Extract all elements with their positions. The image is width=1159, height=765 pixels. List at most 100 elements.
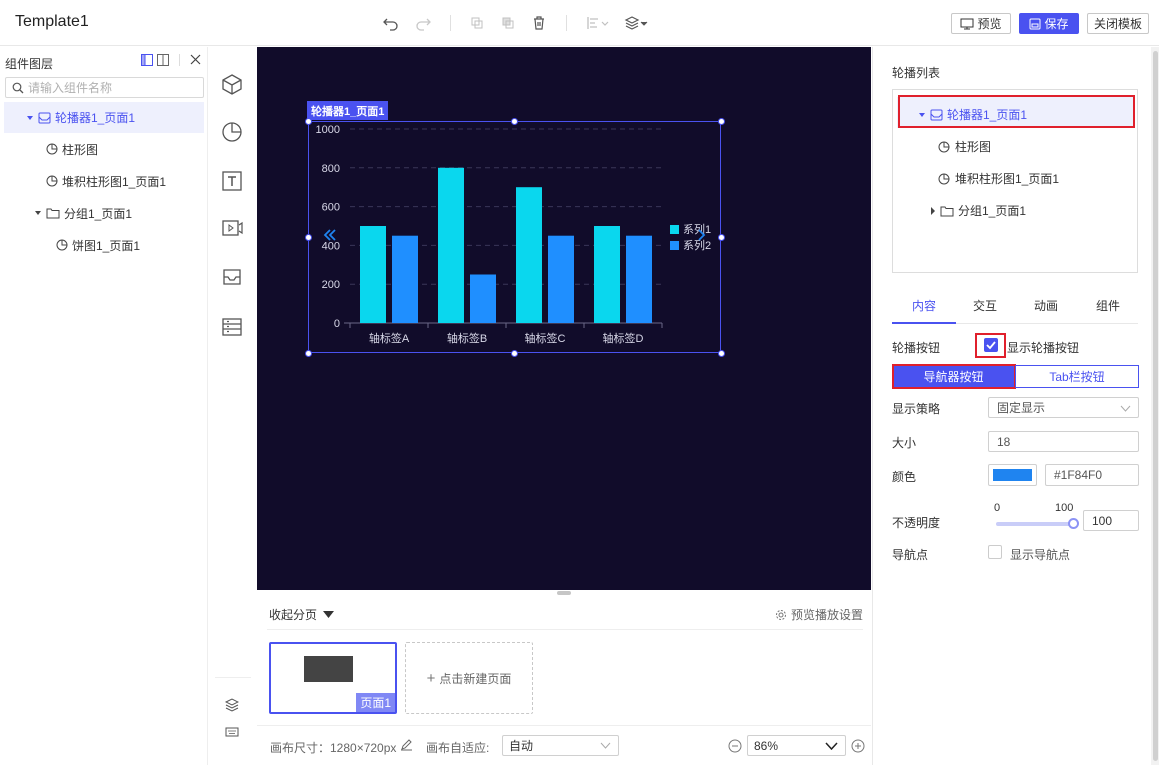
split-view-icon[interactable] <box>141 54 153 66</box>
chart-icon[interactable] <box>220 120 244 144</box>
selected-carousel-frame[interactable]: 0 200 400 600 800 1000 轴标签A 轴标签B 轴标签C 轴标签D 系列1 系列2 <box>305 118 725 357</box>
resize-handle[interactable] <box>511 118 518 125</box>
preview-button[interactable]: 预览 <box>951 13 1011 34</box>
resize-handle[interactable] <box>511 350 518 357</box>
preview-settings-label: 预览播放设置 <box>791 608 864 622</box>
size-label: 大小 <box>892 436 917 450</box>
resize-handle[interactable] <box>718 234 725 241</box>
x-tick-label: 轴标签C <box>525 331 566 345</box>
tab-button-option[interactable]: Tab栏按钮 <box>1015 365 1139 388</box>
layer-order-icon[interactable] <box>624 14 650 32</box>
show-nav-dot-label: 显示导航点 <box>1010 548 1071 562</box>
layer-search-input[interactable] <box>28 80 198 95</box>
close-icon[interactable] <box>189 53 202 66</box>
design-canvas[interactable]: 轮播器1_页面1 0 200 400 600 800 1000 轴标签A 轴标签B 轴标签C 轴标… <box>257 47 871 590</box>
panel-layout-icon[interactable] <box>157 54 169 66</box>
resize-handle[interactable] <box>305 234 312 241</box>
canvas-fit-value: 自动 <box>509 739 534 753</box>
collapse-pages-toggle[interactable]: 收起分页 <box>269 606 335 623</box>
chevron-down-icon <box>1120 405 1131 412</box>
legend-swatch <box>670 241 679 250</box>
text-icon[interactable] <box>220 169 244 193</box>
new-page-label: 点击新建页面 <box>439 671 512 686</box>
undo-icon[interactable] <box>382 14 400 32</box>
tab-animation[interactable]: 动画 <box>1014 297 1078 314</box>
save-button[interactable]: 保存 <box>1019 13 1079 34</box>
cube-icon[interactable] <box>220 72 244 96</box>
carousel-list-item[interactable]: 分组1_页面1 <box>930 202 1026 219</box>
search-icon <box>12 82 24 94</box>
canvas-fit-select[interactable]: 自动 <box>502 735 619 756</box>
opacity-input[interactable]: 100 <box>1083 510 1139 531</box>
opacity-slider-track[interactable] <box>996 522 1073 526</box>
opacity-slider-thumb[interactable] <box>1068 518 1079 529</box>
divider <box>267 629 863 630</box>
redo-icon[interactable] <box>414 14 432 32</box>
x-tick-label: 轴标签D <box>603 331 644 345</box>
bar-1 <box>438 167 464 323</box>
layer-item-label: 轮播器1_页面1 <box>55 111 136 125</box>
properties-panel: 轮播列表 轮播器1_页面1 柱形图 堆积柱形图1_页面1 分组1_页面1 内容 … <box>872 47 1159 765</box>
color-hex-input[interactable]: #1F84F0 <box>1045 464 1139 486</box>
caret-down-icon <box>35 211 41 215</box>
canvas-fit-label: 画布自适应: <box>426 741 490 755</box>
chart-icon <box>938 173 950 184</box>
carousel-button-label: 轮播按钮 <box>892 341 941 355</box>
y-tick-label: 200 <box>322 279 340 291</box>
close-template-button[interactable]: 关闭模板 <box>1087 13 1149 34</box>
tab-component[interactable]: 组件 <box>1076 297 1140 314</box>
plus-icon: + <box>426 669 436 687</box>
list-icon[interactable] <box>220 315 244 339</box>
keyboard-icon[interactable] <box>225 726 239 738</box>
bar-2 <box>470 274 496 323</box>
edit-icon[interactable] <box>400 738 413 751</box>
divider <box>179 54 180 66</box>
color-picker[interactable] <box>988 464 1037 486</box>
resize-handle[interactable] <box>718 350 725 357</box>
bar-2 <box>548 235 574 323</box>
zoom-in-icon[interactable] <box>851 739 865 753</box>
new-page-button[interactable]: + 点击新建页面 <box>405 642 533 714</box>
tab-content[interactable]: 内容 <box>892 297 956 314</box>
carousel-list-item[interactable]: 柱形图 <box>938 138 991 155</box>
canvas-resize-grip[interactable] <box>557 591 571 595</box>
legend-swatch <box>670 225 679 234</box>
scrollbar-thumb[interactable] <box>1153 51 1158 761</box>
carousel-list-item[interactable]: 堆积柱形图1_页面1 <box>938 170 1059 187</box>
resize-handle[interactable] <box>718 118 725 125</box>
chart-icon <box>46 143 58 155</box>
layer-search-box[interactable] <box>5 77 204 98</box>
top-bar: Template1 预览 保存 关闭模板 <box>0 0 1159 46</box>
bar-1 <box>594 226 620 323</box>
highlight-box <box>975 333 1006 358</box>
size-input[interactable]: 18 <box>988 431 1139 452</box>
tab-interaction[interactable]: 交互 <box>953 297 1017 314</box>
show-nav-dot-checkbox[interactable] <box>988 545 1002 559</box>
y-tick-label: 1000 <box>316 124 340 136</box>
resize-handle[interactable] <box>305 118 312 125</box>
zoom-select[interactable]: 86% <box>747 735 846 756</box>
inbox-icon[interactable] <box>220 265 244 289</box>
carousel-prev-icon[interactable] <box>323 228 337 242</box>
layer-item-bar-chart[interactable]: 柱形图 <box>4 133 204 165</box>
video-icon[interactable] <box>220 216 244 240</box>
zoom-out-icon[interactable] <box>728 739 742 753</box>
save-icon <box>1029 18 1041 29</box>
align-icon[interactable] <box>585 14 611 32</box>
layer-item-carousel[interactable]: 轮播器1_页面1 <box>4 102 204 133</box>
preview-settings-link[interactable]: 预览播放设置 <box>775 606 863 623</box>
paste-icon[interactable] <box>499 14 517 32</box>
copy-icon[interactable] <box>468 14 486 32</box>
carousel-next-icon[interactable] <box>697 228 707 242</box>
resize-handle[interactable] <box>305 350 312 357</box>
page-thumbnail[interactable]: 页面1 <box>269 642 397 714</box>
layer-item-stacked-bar[interactable]: 堆积柱形图1_页面1 <box>4 165 204 197</box>
folder-icon <box>940 206 954 216</box>
layers-icon[interactable] <box>225 698 239 712</box>
chart-icon <box>938 141 950 152</box>
delete-icon[interactable] <box>530 14 548 32</box>
display-strategy-select[interactable]: 固定显示 <box>988 397 1139 418</box>
layer-item-group[interactable]: 分组1_页面1 <box>4 197 204 229</box>
opacity-min-label: 0 <box>994 502 1001 514</box>
layer-item-pie[interactable]: 饼图1_页面1 <box>4 229 204 261</box>
